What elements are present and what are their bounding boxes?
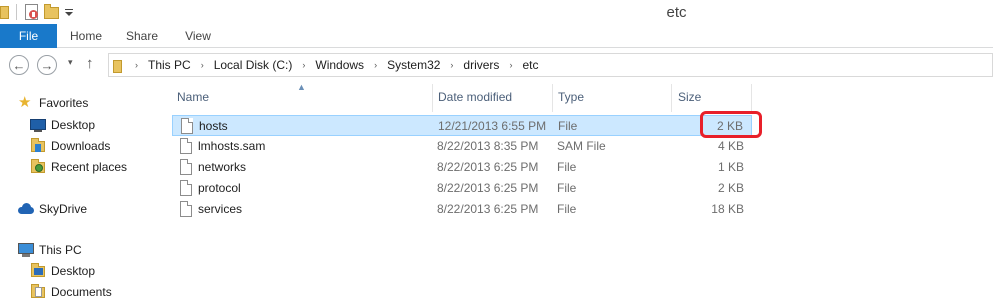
skydrive-icon bbox=[18, 201, 34, 217]
forward-arrow-icon: → bbox=[40, 57, 54, 73]
file-type: SAM File bbox=[557, 139, 606, 153]
tab-file[interactable]: File bbox=[0, 24, 57, 48]
file-row-lmhosts[interactable]: lmhosts.sam 8/22/2013 8:35 PM SAM File 4… bbox=[172, 136, 752, 157]
column-header-date-modified[interactable]: Date modified bbox=[438, 90, 512, 110]
file-name: lmhosts.sam bbox=[198, 139, 266, 153]
star-icon: ★ bbox=[18, 94, 32, 111]
nav-item-skydrive[interactable]: SkyDrive bbox=[18, 199, 87, 219]
breadcrumb-separator[interactable]: › bbox=[135, 60, 138, 70]
documents-icon bbox=[30, 284, 46, 300]
tab-home[interactable]: Home bbox=[64, 24, 108, 48]
downloads-icon bbox=[30, 138, 46, 154]
file-row-networks[interactable]: networks 8/22/2013 6:25 PM File 1 KB bbox=[172, 157, 752, 178]
nav-item-label: Downloads bbox=[51, 139, 111, 153]
file-icon bbox=[180, 180, 192, 196]
nav-item-label: Desktop bbox=[51, 118, 96, 132]
navigation-pane: ★ Favorites Desktop Downloads Recent pla… bbox=[0, 82, 160, 304]
file-size: 2 KB bbox=[717, 181, 744, 195]
ribbon-tabs: File Home Share View bbox=[0, 24, 993, 48]
file-size: 18 KB bbox=[711, 202, 744, 216]
nav-item-favorites[interactable]: ★ Favorites bbox=[18, 93, 88, 113]
navigation-bar: ← → ▾ ↑ › This PC › Local Disk (C:) › Wi… bbox=[0, 48, 993, 82]
breadcrumb-etc[interactable]: etc bbox=[522, 58, 538, 72]
tab-view[interactable]: View bbox=[176, 24, 220, 48]
file-date: 12/21/2013 6:55 PM bbox=[438, 119, 547, 133]
chevron-down-icon: ▾ bbox=[68, 57, 73, 67]
file-date: 8/22/2013 8:35 PM bbox=[437, 139, 539, 153]
up-button[interactable]: ↑ bbox=[86, 55, 94, 72]
sort-ascending-icon: ▲ bbox=[297, 82, 306, 92]
back-button[interactable]: ← bbox=[9, 55, 29, 75]
file-list: ▲ Name Date modified Type Size hosts 12/… bbox=[160, 82, 993, 304]
up-arrow-icon: ↑ bbox=[86, 55, 94, 72]
breadcrumb-system32[interactable]: System32 bbox=[387, 58, 440, 72]
tab-share[interactable]: Share bbox=[120, 24, 164, 48]
file-date: 8/22/2013 6:25 PM bbox=[437, 181, 539, 195]
nav-item-recent-places[interactable]: Recent places bbox=[30, 157, 127, 177]
breadcrumb-separator[interactable]: › bbox=[201, 60, 204, 70]
recent-locations-button[interactable]: ▾ bbox=[68, 57, 73, 68]
file-name: hosts bbox=[199, 119, 228, 133]
file-icon bbox=[180, 201, 192, 217]
file-row-protocol[interactable]: protocol 8/22/2013 6:25 PM File 2 KB bbox=[172, 178, 752, 199]
address-bar[interactable]: › This PC › Local Disk (C:) › Windows › … bbox=[108, 53, 993, 77]
column-header-size[interactable]: Size bbox=[678, 90, 701, 110]
file-type: File bbox=[557, 160, 577, 174]
breadcrumb-local-disk[interactable]: Local Disk (C:) bbox=[214, 58, 293, 72]
recent-places-icon bbox=[30, 159, 46, 175]
breadcrumb-separator[interactable]: › bbox=[302, 60, 305, 70]
nav-item-label: SkyDrive bbox=[39, 202, 88, 216]
back-arrow-icon: ← bbox=[12, 57, 26, 73]
folder-icon bbox=[113, 57, 129, 73]
column-header-name[interactable]: Name bbox=[177, 90, 209, 110]
file-name: networks bbox=[198, 160, 247, 174]
file-icon bbox=[181, 118, 193, 134]
file-size: 1 KB bbox=[717, 160, 744, 174]
nav-item-this-pc[interactable]: This PC bbox=[18, 240, 82, 260]
file-row-hosts[interactable]: hosts 12/21/2013 6:55 PM File 2 KB bbox=[172, 115, 752, 136]
title-bar: etc bbox=[0, 0, 993, 24]
file-type: File bbox=[558, 119, 578, 133]
file-row-services[interactable]: services 8/22/2013 6:25 PM File 18 KB bbox=[172, 199, 752, 220]
file-type: File bbox=[557, 202, 577, 216]
nav-item-label: Favorites bbox=[39, 96, 89, 110]
column-divider[interactable] bbox=[671, 84, 672, 112]
breadcrumb-this-pc[interactable]: This PC bbox=[148, 58, 191, 72]
file-date: 8/22/2013 6:25 PM bbox=[437, 160, 539, 174]
nav-item-desktop-pc[interactable]: Desktop bbox=[30, 261, 95, 281]
column-divider[interactable] bbox=[552, 84, 553, 112]
annotation-highlight bbox=[700, 111, 762, 138]
nav-item-desktop[interactable]: Desktop bbox=[30, 115, 95, 135]
computer-icon bbox=[18, 242, 34, 258]
file-type: File bbox=[557, 181, 577, 195]
nav-item-downloads[interactable]: Downloads bbox=[30, 136, 110, 156]
window-title: etc bbox=[666, 4, 687, 21]
column-divider[interactable] bbox=[751, 84, 752, 112]
column-divider[interactable] bbox=[432, 84, 433, 112]
nav-item-documents[interactable]: Documents bbox=[30, 282, 112, 302]
breadcrumb-separator[interactable]: › bbox=[509, 60, 512, 70]
file-icon bbox=[180, 138, 192, 154]
nav-item-label: This PC bbox=[39, 243, 82, 257]
forward-button[interactable]: → bbox=[37, 55, 57, 75]
desktop-icon bbox=[30, 117, 46, 133]
breadcrumb-drivers[interactable]: drivers bbox=[463, 58, 499, 72]
breadcrumb-separator[interactable]: › bbox=[450, 60, 453, 70]
file-date: 8/22/2013 6:25 PM bbox=[437, 202, 539, 216]
file-name: protocol bbox=[198, 181, 241, 195]
breadcrumb-windows[interactable]: Windows bbox=[315, 58, 364, 72]
file-name: services bbox=[198, 202, 243, 216]
nav-item-label: Recent places bbox=[51, 160, 128, 174]
column-header-type[interactable]: Type bbox=[558, 90, 584, 110]
desktop-folder-icon bbox=[30, 263, 46, 279]
nav-item-label: Documents bbox=[51, 285, 112, 299]
file-icon bbox=[180, 159, 192, 175]
file-size: 4 KB bbox=[717, 139, 744, 153]
breadcrumb-separator[interactable]: › bbox=[374, 60, 377, 70]
nav-item-label: Desktop bbox=[51, 264, 96, 278]
